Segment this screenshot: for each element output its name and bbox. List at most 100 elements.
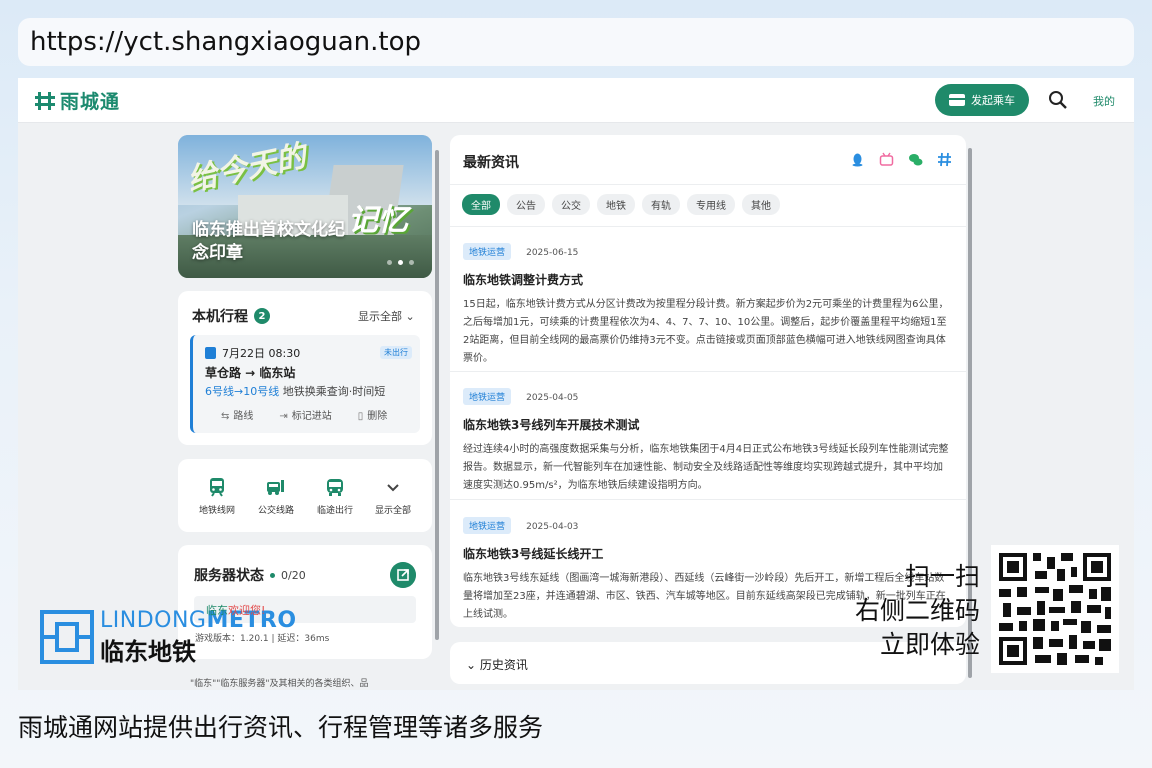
quick-label: 公交线路 [257, 506, 294, 516]
trips-count-badge: 2 [254, 308, 270, 324]
trip-actions: ⇆ 路线 ⇥ 标记进站 ▯ 删除 [221, 407, 387, 422]
news-article[interactable]: 地铁运营 2025-06-15 临东地铁调整计费方式 15日起，临东地铁计费方式… [463, 240, 949, 368]
article-tag: 地铁运营 [463, 243, 512, 260]
server-meta: 游戏版本：1.20.1 | 延迟：36ms [195, 634, 330, 644]
qq-icon[interactable] [850, 152, 865, 167]
article-body: 经过连续4小时的高强度数据采集与分析，临东地铁集团于4月4日正式公布地铁3号线延… [463, 444, 949, 491]
tab-bus[interactable]: 公交 [552, 194, 590, 215]
brand-logo[interactable]: 雨城通 [34, 87, 120, 114]
article-body: 15日起，临东地铁计费方式从分区计费改为按里程分段计费。新方案起步价为2元可乘坐… [463, 299, 949, 364]
welcome-text: 欢迎您! [228, 604, 266, 617]
scroll-thumb[interactable] [435, 150, 439, 640]
trip-date-row: 7月22日 08:30 [205, 345, 300, 361]
social-links [850, 152, 952, 167]
server-count: 0/20 [281, 568, 306, 582]
top-nav: 雨城通 发起乘车 我的 [18, 78, 1134, 123]
trip-line-names: 6号线→10号线 [205, 385, 280, 398]
trash-icon: ▯ [357, 411, 364, 422]
scan-line: 立即体验 [879, 630, 980, 659]
bilibili-icon[interactable] [879, 152, 894, 167]
carousel-dots [387, 260, 414, 265]
delete-label: 删除 [367, 411, 388, 422]
route-action-label: 路线 [233, 411, 254, 422]
article-date: 2025-04-03 [526, 522, 579, 532]
tab-metro[interactable]: 地铁 [597, 194, 635, 215]
quick-subway[interactable]: 地铁线网 [192, 477, 242, 516]
train-icon [205, 347, 216, 359]
address-bar[interactable]: https://yct.shangxiaoguan.top [18, 18, 1134, 66]
route-icon: ⇆ [221, 411, 230, 422]
article-tag: 地铁运营 [463, 517, 512, 534]
trips-card: 本机行程 2 显示全部 ⌄ 7月22日 08:30 未出行 草仓路 → 临东站 … [178, 291, 432, 445]
quick-show-all[interactable]: 显示全部 [368, 477, 418, 516]
chevron-down-icon [387, 484, 399, 492]
mine-link[interactable]: 我的 [1093, 93, 1115, 109]
bus-icon [267, 480, 284, 495]
metro-wordmark: LINDONGMETRO [100, 608, 297, 633]
carousel-dot[interactable] [387, 260, 392, 265]
search-icon[interactable] [1048, 90, 1068, 110]
left-scrollbar[interactable] [435, 138, 439, 678]
online-dot [270, 572, 275, 578]
quick-label: 临途出行 [316, 506, 353, 516]
trip-date: 7月22日 08:30 [222, 347, 301, 360]
news-tabs: 全部 公告 公交 地铁 有轨 专用线 其他 [462, 194, 780, 215]
external-link-icon[interactable] [390, 562, 416, 588]
tab-notice[interactable]: 公告 [507, 194, 545, 215]
history-label: ⌄ 历史资讯 [466, 658, 528, 672]
welcome-prefix: 临东 [206, 604, 228, 617]
server-welcome: 临东欢迎您! [206, 602, 265, 618]
metro-name-cn: 临东地铁 [100, 638, 196, 666]
trips-header: 本机行程 2 [192, 306, 270, 326]
server-title-row: 服务器状态 0/20 [194, 565, 306, 585]
coach-icon [327, 479, 343, 496]
tab-other[interactable]: 其他 [742, 194, 780, 215]
mark-entry-label: 标记进站 [291, 411, 332, 422]
article-tag: 地铁运营 [463, 388, 512, 405]
wechat-icon[interactable] [908, 152, 923, 167]
footnote: "临东""临东服务器"及其相关的各类组织、品 [190, 679, 369, 689]
news-card: 最新资讯 全部 公告 公交 地铁 有轨 专用线 其他 地铁运营 2025-06-… [450, 135, 966, 627]
hashtag-icon[interactable] [937, 152, 952, 167]
trips-title: 本机行程 [192, 309, 248, 325]
news-title: 最新资讯 [463, 155, 519, 171]
quick-label: 地铁线网 [198, 506, 235, 516]
news-article[interactable]: 地铁运营 2025-04-05 临东地铁3号线列车开展技术测试 经过连续4小时的… [463, 385, 949, 495]
tab-special-line[interactable]: 专用线 [687, 194, 735, 215]
divider [450, 499, 966, 500]
delete-action[interactable]: ▯ 删除 [358, 407, 388, 422]
trips-show-all[interactable]: 显示全部 ⌄ [358, 308, 415, 324]
quick-coach[interactable]: 临途出行 [310, 477, 360, 516]
article-title[interactable]: 临东地铁调整计费方式 [463, 271, 949, 288]
divider [450, 226, 966, 227]
brand-name: 雨城通 [60, 91, 121, 113]
trip-lines: 6号线→10号线 地铁换乘查询·时间短 [205, 383, 385, 399]
trip-status-badge: 未出行 [380, 346, 412, 359]
qr-code-icon[interactable] [991, 545, 1119, 673]
tab-all[interactable]: 全部 [462, 194, 500, 215]
page-caption: 雨城通网站提供出行资讯、行程管理等诸多服务 [18, 713, 544, 742]
trip-route: 草仓路 → 临东站 [205, 366, 296, 380]
quick-links-card: 地铁线网 公交线路 临途出行 显示全部 [178, 459, 432, 532]
mark-entry-action[interactable]: ⇥ 标记进站 [279, 407, 331, 422]
divider [450, 184, 966, 185]
carousel-dot-active[interactable] [398, 260, 403, 265]
start-ride-button[interactable]: 发起乘车 [935, 84, 1029, 116]
carousel-dot[interactable] [409, 260, 414, 265]
start-ride-label: 发起乘车 [971, 94, 1015, 107]
logo-icon [35, 91, 55, 110]
tab-tram[interactable]: 有轨 [642, 194, 680, 215]
scan-line: 右侧二维码 [854, 596, 980, 625]
card-icon [949, 94, 965, 106]
route-action[interactable]: ⇆ 路线 [221, 407, 253, 422]
metro-wordmark-1: LINDONG [100, 608, 207, 633]
trip-desc: 地铁换乘查询·时间短 [282, 385, 386, 398]
article-date: 2025-04-05 [526, 393, 579, 403]
subway-icon [210, 478, 224, 497]
quick-bus[interactable]: 公交线路 [251, 477, 301, 516]
banner-title: 临东推出首校文化纪念印章 [192, 220, 345, 263]
divider [450, 371, 966, 372]
trip-item[interactable]: 7月22日 08:30 未出行 草仓路 → 临东站 6号线→10号线 地铁换乘查… [190, 335, 420, 433]
news-banner[interactable]: 给今天的 记忆 临东推出首校文化纪念印章 [178, 135, 432, 278]
article-title[interactable]: 临东地铁3号线列车开展技术测试 [463, 416, 949, 433]
